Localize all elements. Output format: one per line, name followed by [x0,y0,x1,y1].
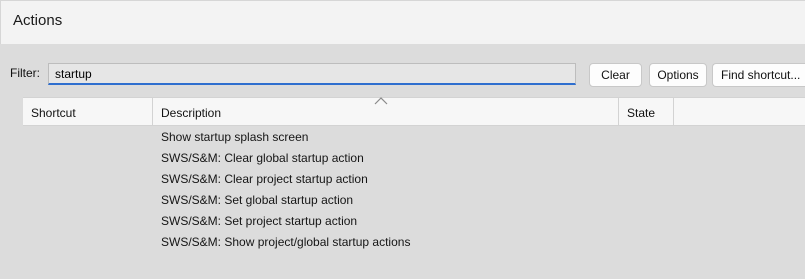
sort-ascending-icon [374,97,388,105]
table-row[interactable]: Show startup splash screen [23,126,805,147]
title-bar: Actions [0,0,805,44]
clear-button[interactable]: Clear [589,63,642,87]
row-description: SWS/S&M: Set project startup action [161,214,358,228]
table-row[interactable]: SWS/S&M: Clear project startup action [23,168,805,189]
table-row[interactable]: SWS/S&M: Set project startup action [23,210,805,231]
table-header: Shortcut Description State [23,97,805,126]
options-button[interactable]: Options [649,63,707,87]
table-row[interactable]: SWS/S&M: Set global startup action [23,189,805,210]
column-header-state[interactable]: State [619,98,674,126]
table-row[interactable]: SWS/S&M: Clear global startup action [23,147,805,168]
row-description: SWS/S&M: Clear project startup action [161,172,368,186]
actions-list[interactable]: Show startup splash screen SWS/S&M: Clea… [23,126,805,279]
row-description: SWS/S&M: Show project/global startup act… [161,235,411,249]
window-title: Actions [13,12,63,29]
filter-label: Filter: [10,66,40,80]
actions-panel: Filter: Clear Options Find shortcut... S… [0,44,805,279]
filter-input[interactable] [48,63,576,85]
row-description: Show startup splash screen [161,130,309,144]
table-row[interactable]: SWS/S&M: Show project/global startup act… [23,231,805,252]
row-description: SWS/S&M: Clear global startup action [161,151,364,165]
row-description: SWS/S&M: Set global startup action [161,193,354,207]
find-shortcut-button[interactable]: Find shortcut... [712,63,805,87]
column-header-shortcut[interactable]: Shortcut [23,98,153,126]
